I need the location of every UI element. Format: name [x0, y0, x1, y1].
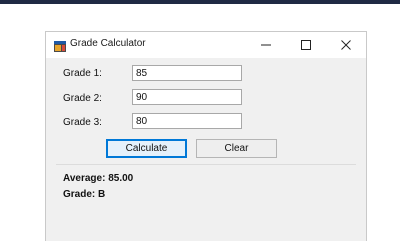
window-title: Grade Calculator: [70, 38, 146, 49]
grade3-input[interactable]: [132, 113, 242, 129]
grade-calculator-app-icon: [54, 39, 66, 52]
letter-grade-result: Grade: B: [63, 189, 106, 200]
clear-button[interactable]: Clear: [196, 139, 277, 158]
minimize-icon: [261, 44, 271, 46]
grade1-input[interactable]: [132, 65, 242, 81]
desktop-top-strip: [0, 0, 400, 4]
average-result: Average: 85.00: [63, 173, 134, 184]
close-icon: [341, 40, 351, 50]
grade3-label: Grade 3:: [63, 117, 102, 128]
close-button[interactable]: [326, 32, 366, 58]
grade1-label: Grade 1:: [63, 68, 102, 79]
window-titlebar[interactable]: Grade Calculator: [46, 32, 366, 58]
minimize-button[interactable]: [246, 32, 286, 58]
grade-calculator-window: Grade Calculator Grade 1: Grade 2: Grade…: [45, 31, 367, 241]
calculate-button[interactable]: Calculate: [106, 139, 187, 158]
maximize-icon: [301, 40, 311, 50]
results-divider: [56, 164, 356, 165]
grade2-label: Grade 2:: [63, 93, 102, 104]
grade2-input[interactable]: [132, 89, 242, 105]
maximize-button[interactable]: [286, 32, 326, 58]
